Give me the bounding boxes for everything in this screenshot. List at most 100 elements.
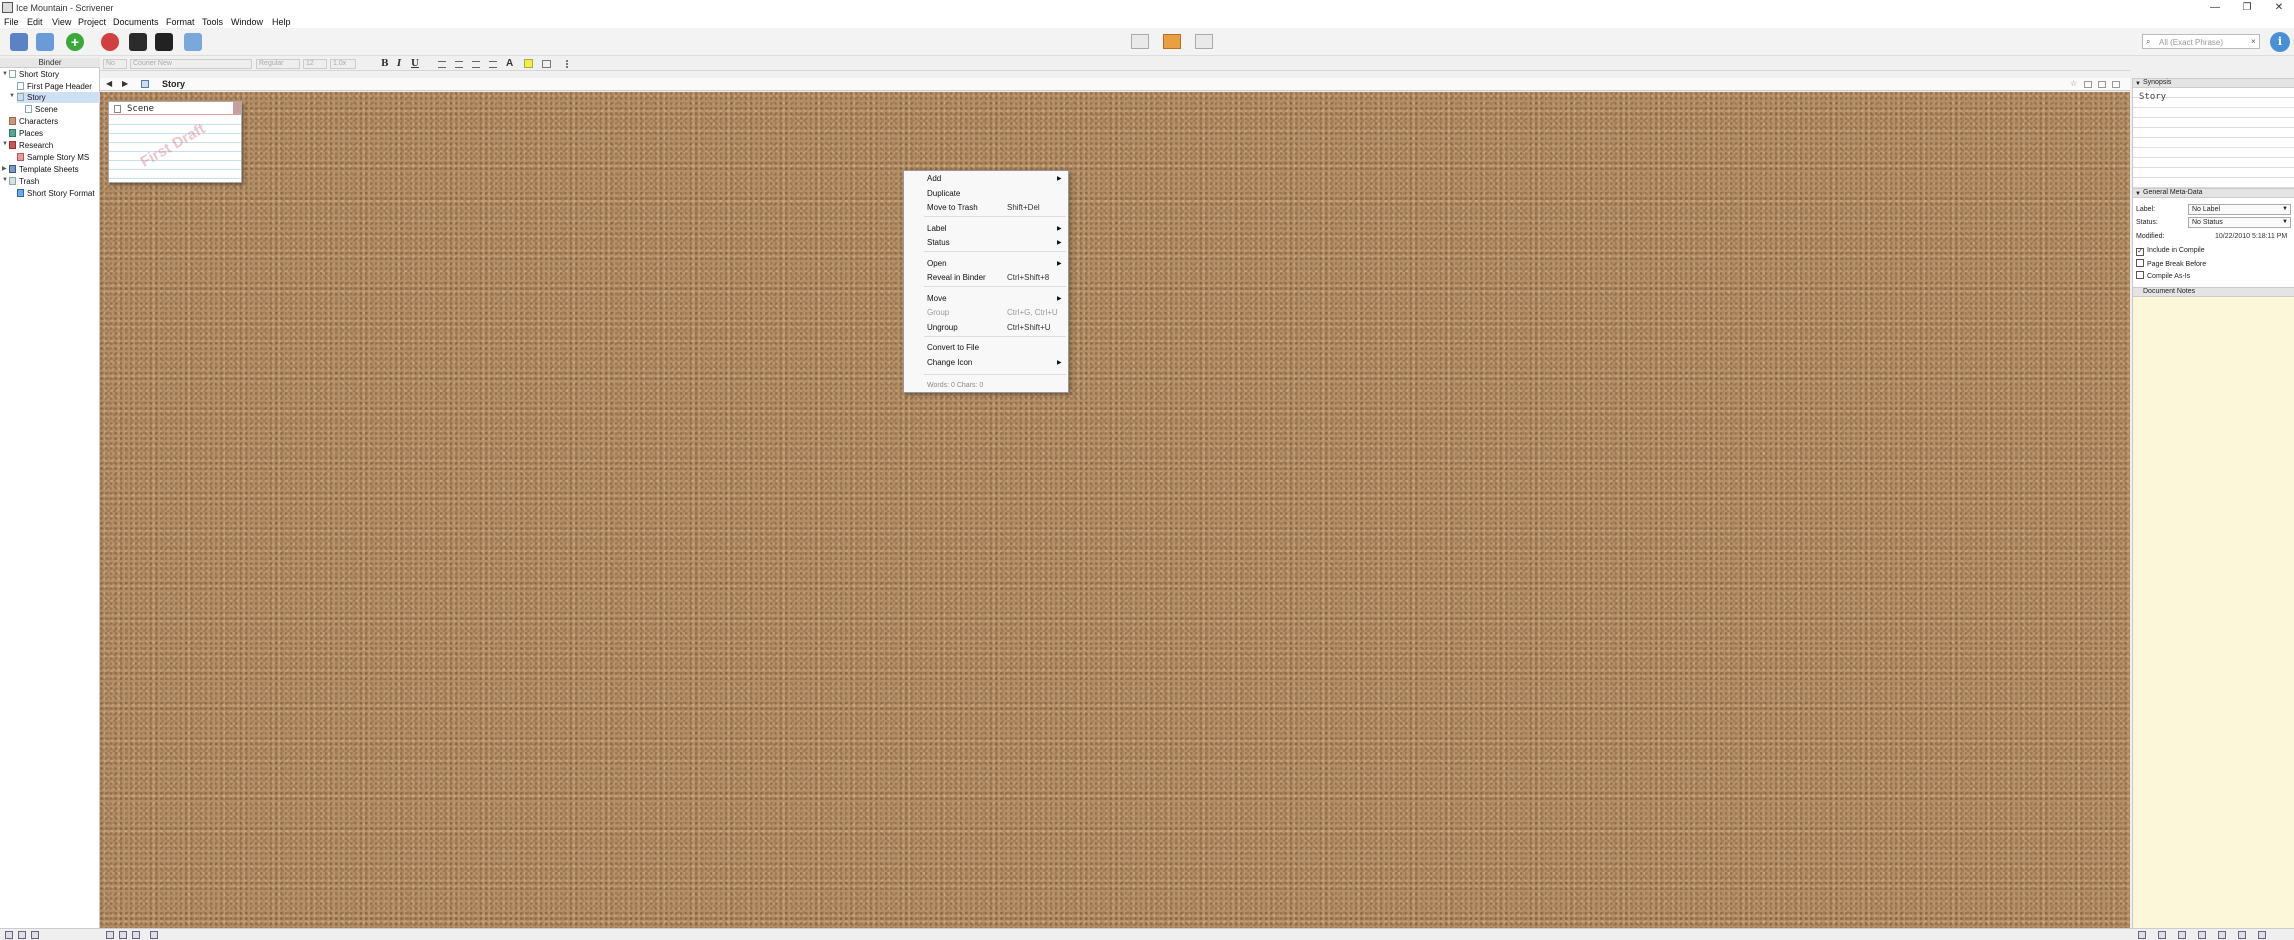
forward-button[interactable]: ▶ [122,79,128,88]
menu-item-group[interactable]: Group Ctrl+G, Ctrl+U [905,306,1067,320]
document-title[interactable]: Story [162,79,185,89]
snapshots-icon[interactable] [2198,931,2206,939]
info-icon[interactable] [2258,931,2266,939]
collapse-icon[interactable]: ▼ [2,71,8,77]
split-icon[interactable] [2098,81,2106,88]
add-icon[interactable]: + [66,33,84,51]
menu-item-label[interactable]: Label ▶ [905,222,1067,236]
notes-icon[interactable] [2138,931,2146,939]
font-size-select[interactable]: 12 [303,59,327,69]
maximize-button[interactable]: ❐ [2232,0,2262,15]
binder-item-trash[interactable]: Trash [9,176,39,187]
view-document-icon[interactable] [1131,34,1149,49]
back-button[interactable]: ◀ [106,79,112,88]
font-family-select[interactable]: Courier New [130,59,252,69]
bookmark-icon[interactable]: ☆ [2070,79,2077,88]
add-folder-icon[interactable] [18,931,26,939]
underline-button[interactable]: U [411,59,419,69]
clear-search-icon[interactable]: × [2251,37,2256,46]
binder-toggle-icon[interactable] [10,33,28,51]
card-title[interactable]: Scene [127,104,154,114]
header-menu-icon[interactable] [2084,81,2092,88]
document-notes-area[interactable] [2133,297,2294,928]
lock-icon[interactable] [2112,81,2120,88]
table-icon[interactable] [542,60,551,68]
menu-format[interactable]: Format [166,17,195,27]
label-select[interactable]: No Label ▼ [2188,204,2291,215]
outline-mode-icon[interactable] [119,931,127,939]
minimize-button[interactable]: — [2200,0,2230,15]
binder-item-sample-story-ms[interactable]: Sample Story MS [17,152,89,163]
menu-item-change-icon[interactable]: Change Icon ▶ [905,356,1067,370]
corkboard-mode-icon[interactable] [106,931,114,939]
view-outline-icon[interactable] [1195,34,1213,49]
menu-documents[interactable]: Documents [113,17,159,27]
trash-icon[interactable] [101,33,119,51]
collapse-icon[interactable]: ▼ [2,141,8,147]
align-left-icon[interactable] [438,61,446,68]
binder-item-template-sheets[interactable]: Template Sheets [9,164,79,175]
menu-edit[interactable]: Edit [27,17,43,27]
composition-mode-icon[interactable] [155,33,173,51]
menu-file[interactable]: File [4,17,19,27]
align-center-icon[interactable] [455,61,463,68]
menu-project[interactable]: Project [78,17,106,27]
menu-item-ungroup[interactable]: Ungroup Ctrl+Shift+U [905,321,1067,335]
list-icon[interactable] [566,60,575,68]
binder-item-story[interactable]: Story [17,92,100,103]
metadata-header[interactable]: ▼ General Meta-Data [2133,188,2294,198]
notes-header[interactable]: Document Notes [2133,287,2294,297]
page-break-before-checkbox[interactable]: Page Break Before [2136,259,2206,268]
menu-item-convert-to-file[interactable]: Convert to File [905,341,1067,355]
add-item-icon[interactable] [5,931,13,939]
menu-item-move[interactable]: Move ▶ [905,292,1067,306]
menu-item-status[interactable]: Status ▶ [905,236,1067,250]
keywords-icon[interactable] [2178,931,2186,939]
collapse-icon[interactable]: ▼ [9,93,15,99]
menu-item-reveal-in-binder[interactable]: Reveal in Binder Ctrl+Shift+8 [905,271,1067,285]
collapse-icon[interactable]: ▼ [2,177,8,183]
line-spacing-select[interactable]: 1.0x [330,59,356,69]
corkboard[interactable] [100,92,2130,928]
inspector-info-icon[interactable]: i [2270,32,2290,52]
binder-item-places[interactable]: Places [9,128,43,139]
close-button[interactable]: ✕ [2264,0,2294,15]
index-card[interactable]: Scene First Draft [108,101,242,183]
align-right-icon[interactable] [472,61,480,68]
view-corkboard-icon[interactable] [1163,34,1181,49]
expand-icon[interactable]: ▶ [2,165,7,172]
menu-tools[interactable]: Tools [202,17,223,27]
keywords-icon[interactable] [184,33,202,51]
edit-icon[interactable] [129,33,147,51]
menu-window[interactable]: Window [231,17,263,27]
binder-item-scene[interactable]: Scene [25,104,58,115]
binder-item-short-story-format[interactable]: Short Story Format [17,188,95,199]
style-select[interactable]: No [103,59,127,69]
binder-item-short-story[interactable]: Short Story [9,69,59,80]
binder-item-first-page-header[interactable]: First Page Header [17,81,92,92]
highlight-icon[interactable] [524,59,533,68]
collections-icon[interactable] [36,33,54,51]
menu-item-move-to-trash[interactable]: Move to Trash Shift+Del [905,201,1067,215]
align-justify-icon[interactable] [489,61,497,68]
italic-button[interactable]: I [397,59,401,69]
sync-icon[interactable] [150,931,158,939]
bold-button[interactable]: B [381,59,389,69]
menu-item-open[interactable]: Open ▶ [905,257,1067,271]
comments-icon[interactable] [2218,931,2226,939]
menu-item-duplicate[interactable]: Duplicate [905,187,1067,201]
lock-icon[interactable] [2238,931,2246,939]
binder-item-characters[interactable]: Characters [9,116,58,127]
settings-icon[interactable] [31,931,39,939]
corkboard-settings-icon[interactable] [132,931,140,939]
menu-help[interactable]: Help [272,17,291,27]
status-select[interactable]: No Status ▼ [2188,217,2291,228]
synopsis-header[interactable]: ▼ Synopsis [2133,78,2294,88]
include-in-compile-checkbox[interactable]: ✓ Include in Compile [2136,247,2205,256]
search-input[interactable]: ⌕ All (Exact Phrase) × [2142,34,2260,49]
compile-as-is-checkbox[interactable]: Compile As-Is [2136,271,2190,280]
text-color-icon[interactable]: A [506,58,513,69]
synopsis-text-area[interactable]: Story [2133,88,2294,188]
menu-item-add[interactable]: Add ▶ [905,172,1067,186]
font-weight-select[interactable]: Regular [256,59,300,69]
